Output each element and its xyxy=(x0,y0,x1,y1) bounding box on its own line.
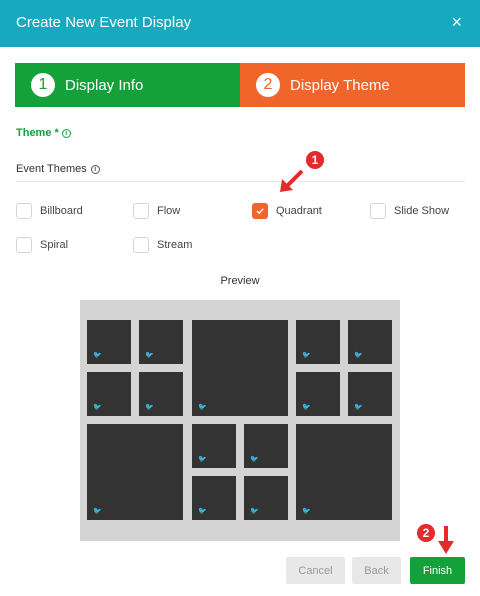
option-label: Stream xyxy=(157,239,193,251)
preview-tile: 🐦 xyxy=(244,424,288,468)
step-display-info[interactable]: 1 Display Info xyxy=(15,63,240,107)
preview-tile: 🐦 xyxy=(296,424,392,520)
theme-option-quadrant[interactable]: Quadrant xyxy=(252,203,322,219)
step-display-theme[interactable]: 2 Display Theme xyxy=(240,63,465,107)
twitter-bird-icon: 🐦 xyxy=(145,404,154,411)
preview-tile: 🐦 xyxy=(296,320,340,364)
option-label: Billboard xyxy=(40,205,83,217)
step-label: Display Theme xyxy=(290,76,390,94)
preview-tile: 🐦 xyxy=(87,424,183,520)
preview-canvas: 🐦 🐦 🐦 🐦 🐦 🐦 🐦 🐦 🐦 🐦 🐦 🐦 🐦 🐦 🐦 xyxy=(80,300,400,541)
option-label: Spiral xyxy=(40,239,69,251)
preview-tile: 🐦 xyxy=(192,476,236,520)
twitter-bird-icon: 🐦 xyxy=(250,508,259,515)
event-themes-heading: Event Themes i xyxy=(16,163,465,182)
option-label: Flow xyxy=(157,205,181,217)
cancel-button[interactable]: Cancel xyxy=(286,557,345,584)
twitter-bird-icon: 🐦 xyxy=(93,404,102,411)
dialog-header: Create New Event Display × xyxy=(0,0,480,47)
step-label: Display Info xyxy=(65,76,144,94)
annotation-badge-1: 1 xyxy=(306,151,324,169)
dialog-title: Create New Event Display xyxy=(16,14,192,31)
checkbox[interactable] xyxy=(16,237,32,253)
event-themes-heading-text: Event Themes xyxy=(16,163,87,175)
theme-option-spiral[interactable]: Spiral xyxy=(16,237,68,253)
theme-option-stream[interactable]: Stream xyxy=(133,237,192,253)
twitter-bird-icon: 🐦 xyxy=(302,508,311,515)
back-button[interactable]: Back xyxy=(352,557,401,584)
wizard-steps: 1 Display Info 2 Display Theme xyxy=(15,63,465,107)
annotation-badge-2: 2 xyxy=(417,524,435,542)
finish-button[interactable]: Finish xyxy=(410,557,465,584)
twitter-bird-icon: 🐦 xyxy=(250,456,259,463)
info-icon: i xyxy=(90,164,100,174)
theme-field-label: Theme * i xyxy=(16,127,71,139)
theme-option-billboard[interactable]: Billboard xyxy=(16,203,83,219)
annotation-arrow-icon xyxy=(280,169,304,192)
info-icon: i xyxy=(61,128,71,138)
step-number: 1 xyxy=(31,73,55,97)
preview-tile: 🐦 xyxy=(87,320,131,364)
annotation-arrow-down-icon xyxy=(438,526,454,554)
checkmark-icon xyxy=(256,208,264,215)
preview-tile: 🐦 xyxy=(348,320,392,364)
theme-option-slide-show[interactable]: Slide Show xyxy=(370,203,449,219)
twitter-bird-icon: 🐦 xyxy=(302,352,311,359)
option-label: Slide Show xyxy=(394,205,450,217)
checkbox[interactable] xyxy=(16,203,32,219)
twitter-bird-icon: 🐦 xyxy=(198,404,207,411)
preview-tile: 🐦 xyxy=(348,372,392,416)
theme-label-text: Theme xyxy=(16,127,52,139)
checkbox[interactable] xyxy=(133,203,149,219)
preview-tile: 🐦 xyxy=(244,476,288,520)
twitter-bird-icon: 🐦 xyxy=(93,352,102,359)
option-label: Quadrant xyxy=(276,205,322,217)
twitter-bird-icon: 🐦 xyxy=(354,404,363,411)
twitter-bird-icon: 🐦 xyxy=(198,508,207,515)
theme-option-flow[interactable]: Flow xyxy=(133,203,180,219)
preview-tile: 🐦 xyxy=(296,372,340,416)
twitter-bird-icon: 🐦 xyxy=(145,352,154,359)
checkbox[interactable] xyxy=(370,203,386,219)
twitter-bird-icon: 🐦 xyxy=(198,456,207,463)
preview-tile: 🐦 xyxy=(139,320,183,364)
checkbox[interactable] xyxy=(133,237,149,253)
twitter-bird-icon: 🐦 xyxy=(93,508,102,515)
close-icon[interactable]: × xyxy=(451,12,462,33)
twitter-bird-icon: 🐦 xyxy=(354,352,363,359)
preview-tile: 🐦 xyxy=(192,320,288,416)
preview-tile: 🐦 xyxy=(87,372,131,416)
preview-label: Preview xyxy=(220,275,260,287)
preview-tile: 🐦 xyxy=(192,424,236,468)
required-mark: * xyxy=(54,127,59,139)
twitter-bird-icon: 🐦 xyxy=(302,404,311,411)
preview-tile: 🐦 xyxy=(139,372,183,416)
step-number: 2 xyxy=(256,73,280,97)
checkbox[interactable] xyxy=(252,203,268,219)
